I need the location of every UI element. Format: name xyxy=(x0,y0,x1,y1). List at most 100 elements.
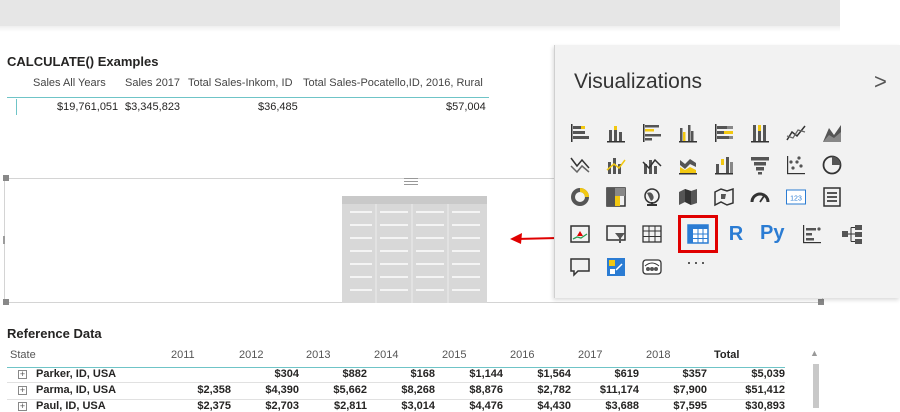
line-and-clustered-column-icon[interactable] xyxy=(640,153,664,177)
donut-chart-icon[interactable] xyxy=(568,185,592,209)
ref-cell: $4,390 xyxy=(265,384,299,396)
matrix-selection-highlight xyxy=(678,215,718,253)
100-percent-stacked-column-icon[interactable] xyxy=(748,121,772,145)
clustered-bar-chart-icon[interactable] xyxy=(640,121,664,145)
ref-cell: $1,564 xyxy=(537,368,571,380)
python-label: Py xyxy=(760,221,785,244)
gauge-icon[interactable] xyxy=(748,185,772,209)
arcgis-map-icon[interactable] xyxy=(640,255,664,279)
ref-cell: $4,476 xyxy=(469,400,503,412)
waterfall-chart-icon[interactable] xyxy=(712,153,736,177)
ref-row-total: $51,412 xyxy=(745,384,785,396)
table-icon[interactable] xyxy=(640,222,664,246)
resize-handle-bottom-right[interactable] xyxy=(818,299,824,305)
calc-value: $36,485 xyxy=(258,101,298,113)
ref-cell: $1,144 xyxy=(469,368,503,380)
kpi-icon[interactable] xyxy=(568,222,592,246)
ref-cell: $11,174 xyxy=(599,384,639,396)
resize-handle-bottom-left[interactable] xyxy=(3,299,9,305)
resize-handle-top-left[interactable] xyxy=(3,175,9,181)
calc-col-header[interactable]: Total Sales-Pocatello,ID, 2016, Rural xyxy=(303,77,483,89)
ref-col-header[interactable]: 2013 xyxy=(306,349,330,361)
resize-handle-left[interactable] xyxy=(3,236,5,244)
area-chart-icon[interactable] xyxy=(820,121,844,145)
ref-row-divider xyxy=(7,382,785,383)
stacked-bar-chart-icon[interactable] xyxy=(568,121,592,145)
shape-map-icon[interactable] xyxy=(712,185,736,209)
ref-row-state[interactable]: Paul, ID, USA xyxy=(36,400,106,412)
python-visual-icon[interactable]: Py xyxy=(760,220,790,246)
scatter-chart-icon[interactable] xyxy=(784,153,808,177)
calc-col-header[interactable]: Total Sales-Inkom, ID xyxy=(188,77,293,89)
calc-value: $19,761,051 xyxy=(57,101,119,113)
ref-row-state[interactable]: Parma, ID, USA xyxy=(36,384,116,396)
ref-col-header-total[interactable]: Total xyxy=(714,349,739,361)
ref-cell: $2,811 xyxy=(333,400,367,412)
ref-cell: $357 xyxy=(682,368,707,380)
pie-chart-icon[interactable] xyxy=(820,153,844,177)
calc-value: $3,345,823 xyxy=(125,101,181,113)
ref-cell: $8,876 xyxy=(469,384,503,396)
map-globe-icon[interactable] xyxy=(640,185,664,209)
drag-grip-icon[interactable] xyxy=(404,177,418,186)
expand-row-icon[interactable]: + xyxy=(18,370,27,379)
calc-col-header[interactable]: Sales 2017 xyxy=(125,77,180,89)
more-visuals-ellipsis-icon[interactable]: ··· xyxy=(686,252,707,273)
100-percent-stacked-bar-icon[interactable] xyxy=(712,121,736,145)
table-visual-placeholder[interactable] xyxy=(342,196,487,303)
multi-row-card-icon[interactable] xyxy=(820,185,844,209)
ref-col-header[interactable]: 2011 xyxy=(171,349,195,361)
funnel-chart-icon[interactable] xyxy=(748,153,772,177)
ref-cell: $7,595 xyxy=(673,400,707,412)
treemap-icon[interactable] xyxy=(604,185,628,209)
r-script-label: R xyxy=(728,222,744,245)
ref-cell: $2,358 xyxy=(197,384,231,396)
ref-col-header[interactable]: 2012 xyxy=(239,349,263,361)
toolbar-shadow xyxy=(0,26,840,32)
ref-cell: $2,375 xyxy=(197,400,231,412)
calc-row-marker xyxy=(16,99,17,115)
stacked-area-chart-icon[interactable] xyxy=(568,153,592,177)
ref-col-header[interactable]: 2017 xyxy=(578,349,602,361)
decomposition-tree-icon[interactable] xyxy=(840,222,864,246)
ref-cell: $2,782 xyxy=(537,384,571,396)
scroll-up-arrow-icon[interactable]: ▲ xyxy=(810,348,819,358)
visualizations-title: Visualizations xyxy=(574,70,703,93)
expand-row-icon[interactable]: + xyxy=(18,386,27,395)
ref-cell: $882 xyxy=(342,368,367,380)
clustered-column-chart-icon[interactable] xyxy=(676,121,700,145)
vertical-scrollbar[interactable] xyxy=(813,364,819,408)
ref-row-divider xyxy=(7,399,785,400)
ref-col-header[interactable]: 2016 xyxy=(510,349,534,361)
ref-cell: $3,688 xyxy=(605,400,639,412)
calc-col-header[interactable]: Sales All Years xyxy=(33,77,106,89)
ref-col-header[interactable]: 2018 xyxy=(646,349,670,361)
calc-value: $57,004 xyxy=(446,101,486,113)
ref-col-header[interactable]: 2015 xyxy=(442,349,466,361)
ribbon-chart-icon[interactable] xyxy=(676,153,700,177)
paginated-report-icon[interactable] xyxy=(604,255,628,279)
calc-header-divider xyxy=(7,97,489,98)
expand-row-icon[interactable]: + xyxy=(18,402,27,411)
r-script-visual-icon[interactable]: R xyxy=(724,222,748,246)
card-number-label: 123 xyxy=(790,196,802,203)
card-icon[interactable]: 123 xyxy=(784,185,808,209)
reference-data-title: Reference Data xyxy=(7,326,102,341)
ref-cell: $7,900 xyxy=(673,384,707,396)
ref-cell: $5,662 xyxy=(333,384,367,396)
line-and-stacked-column-icon[interactable] xyxy=(604,153,628,177)
slicer-icon[interactable] xyxy=(604,222,628,246)
filled-map-icon[interactable] xyxy=(676,185,700,209)
qa-visual-icon[interactable] xyxy=(568,255,592,279)
line-chart-icon[interactable] xyxy=(784,121,808,145)
ref-row-state[interactable]: Parker, ID, USA xyxy=(36,368,116,380)
stacked-column-chart-icon[interactable] xyxy=(604,121,628,145)
ref-col-header-state[interactable]: State xyxy=(10,349,36,361)
ref-row-total: $30,893 xyxy=(745,400,785,412)
ref-row-total: $5,039 xyxy=(751,368,785,380)
key-influencers-icon[interactable] xyxy=(800,222,824,246)
ref-cell: $8,268 xyxy=(401,384,435,396)
ref-col-header[interactable]: 2014 xyxy=(374,349,398,361)
collapse-chevron-icon[interactable]: > xyxy=(874,69,887,95)
ref-header-divider xyxy=(7,367,785,368)
